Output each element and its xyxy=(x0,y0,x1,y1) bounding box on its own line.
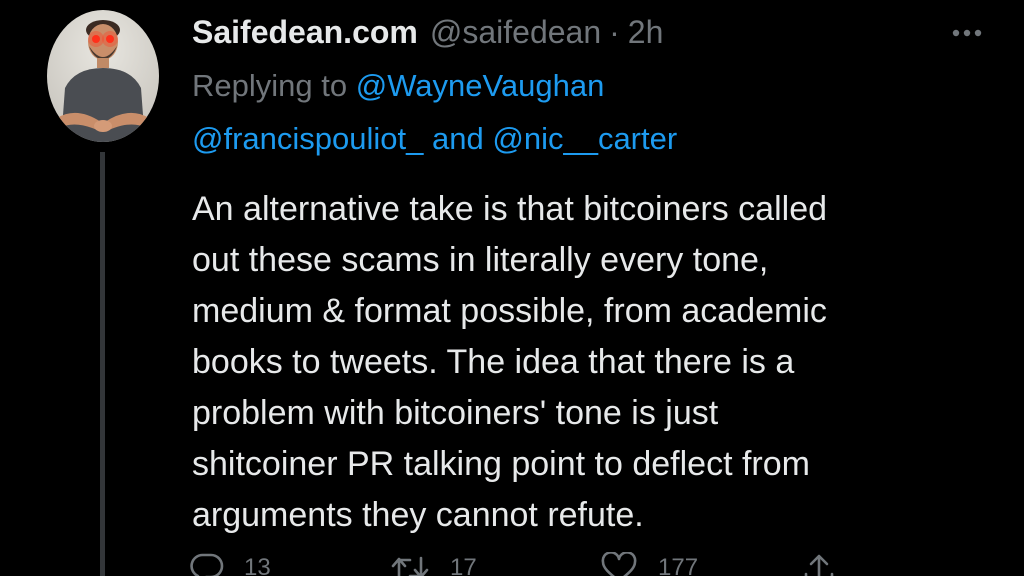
tweet-header: Saifedean.com @saifedean · 2h xyxy=(192,10,663,54)
like-button[interactable]: 177 xyxy=(600,548,698,576)
reply-button[interactable]: 13 xyxy=(190,548,271,576)
replying-to-label: Replying to xyxy=(192,68,348,103)
more-dots-icon xyxy=(952,29,982,37)
tweet-timestamp[interactable]: 2h xyxy=(628,10,664,54)
replying-to-line: Replying to @WayneVaughan xyxy=(192,60,604,112)
mention-conjunction[interactable]: and xyxy=(432,121,484,156)
author-handle[interactable]: @saifedean xyxy=(430,10,601,54)
retweet-arrows-icon xyxy=(391,556,429,576)
tweet-text: An alternative take is that bitcoiners c… xyxy=(192,184,982,541)
retweet-count: 17 xyxy=(450,554,477,576)
tweet-text-line: arguments they cannot refute. xyxy=(192,496,644,534)
share-button[interactable] xyxy=(802,548,836,576)
tweet-text-line: An alternative take is that bitcoiners c… xyxy=(192,190,828,228)
tweet[interactable]: Saifedean.com @saifedean · 2h Replying t… xyxy=(0,0,1024,576)
mention-link-wayne[interactable]: @WayneVaughan xyxy=(356,68,605,103)
tweet-text-line: shitcoiner PR talking point to deflect f… xyxy=(192,445,810,483)
tweet-text-line: medium & format possible, from academic xyxy=(192,292,827,330)
tweet-actions-bar: 13 17 177 xyxy=(190,548,990,576)
author-display-name[interactable]: Saifedean.com xyxy=(192,10,418,54)
retweet-button[interactable]: 17 xyxy=(390,548,477,576)
like-count: 177 xyxy=(658,554,699,576)
speech-bubble-icon xyxy=(190,553,224,576)
share-upload-icon xyxy=(804,554,834,576)
mention-link-nic[interactable]: @nic__carter xyxy=(492,121,677,156)
header-separator: · xyxy=(609,14,620,50)
tweet-text-line: out these scams in literally every tone, xyxy=(192,241,769,279)
tweet-text-line: problem with bitcoiners' tone is just xyxy=(192,394,719,432)
replying-to-line-2: @francispouliot_ and @nic__carter xyxy=(192,113,677,165)
more-options-button[interactable] xyxy=(944,18,990,48)
reply-count: 13 xyxy=(244,554,271,576)
heart-icon xyxy=(601,552,637,576)
tweet-text-line: books to tweets. The idea that there is … xyxy=(192,343,795,381)
thread-connector-line xyxy=(100,152,105,576)
mention-link-francis[interactable]: @francispouliot_ xyxy=(192,121,423,156)
author-avatar[interactable] xyxy=(47,10,159,142)
